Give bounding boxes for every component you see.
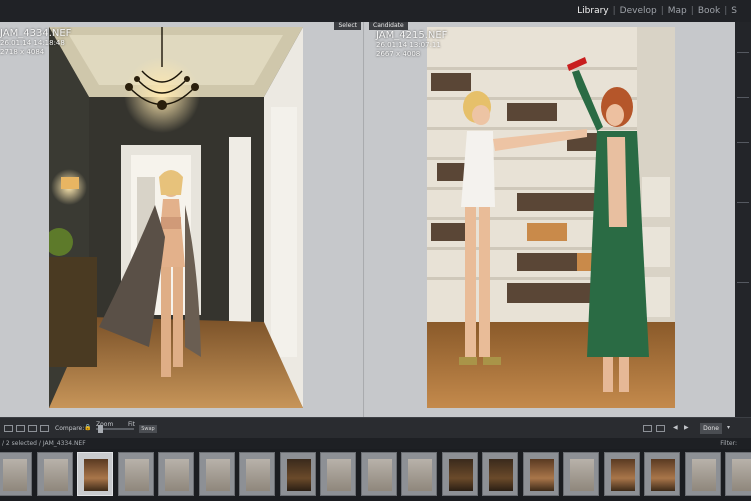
done-button[interactable]: Done bbox=[700, 423, 722, 434]
thumbnail-image bbox=[84, 459, 108, 491]
module-separator: | bbox=[660, 6, 664, 16]
select-filename: JAM_4334.NEF bbox=[0, 28, 72, 39]
compare-view-icon[interactable] bbox=[28, 425, 37, 432]
compare-workspace: Select JAM_4334.NEF 26.01.14 14:18:48 27… bbox=[0, 22, 735, 417]
panel-divider bbox=[737, 52, 749, 53]
module-separator: | bbox=[724, 6, 728, 16]
filmstrip-header: / 2 selected / JAM_4334.NEF Filter: bbox=[0, 438, 751, 449]
zoom-slider-handle[interactable] bbox=[98, 425, 103, 433]
panel-divider bbox=[737, 97, 749, 98]
filmstrip-thumbnail[interactable] bbox=[239, 452, 275, 496]
filmstrip-thumbnail[interactable] bbox=[117, 452, 154, 496]
thumbnail-image bbox=[651, 459, 675, 491]
filmstrip-thumbnail[interactable] bbox=[603, 452, 640, 496]
loupe-view-icon[interactable] bbox=[16, 425, 25, 432]
thumbnail-image bbox=[610, 459, 635, 491]
thumbnail-image bbox=[529, 459, 554, 491]
module-book[interactable]: Book bbox=[698, 6, 720, 16]
right-side-panel[interactable] bbox=[735, 22, 751, 417]
filmstrip-thumbnail[interactable] bbox=[441, 452, 478, 496]
candidate-tag: Candidate bbox=[369, 22, 408, 30]
filmstrip-thumbnail[interactable] bbox=[0, 452, 32, 496]
filmstrip-thumbnail[interactable] bbox=[77, 452, 113, 496]
filmstrip[interactable] bbox=[0, 449, 751, 501]
make-select-icon[interactable] bbox=[656, 425, 665, 432]
select-datetime: 26.01.14 14:18:48 bbox=[0, 39, 65, 47]
candidate-info-overlay: JAM_4215.NEF 26.01.14 13:07:11 2667 x 40… bbox=[376, 30, 447, 59]
filmstrip-thumbnail[interactable] bbox=[644, 452, 680, 496]
candidate-photo[interactable] bbox=[427, 27, 675, 408]
thumbnail-image bbox=[691, 459, 716, 491]
filmstrip-thumbnail[interactable] bbox=[563, 452, 599, 496]
panel-divider bbox=[737, 142, 749, 143]
candidate-pane[interactable]: Candidate JAM_4215.NEF 26.01.14 13:07:11… bbox=[365, 22, 735, 417]
thumbnail-image bbox=[246, 459, 270, 491]
filmstrip-thumbnail[interactable] bbox=[684, 452, 721, 496]
filmstrip-thumbnail[interactable] bbox=[158, 452, 194, 496]
compare-toolbar: Compare: 🔒 Zoom Fit Swap ◀ ▶ Done ▾ bbox=[0, 417, 751, 438]
thumbnail-image bbox=[408, 459, 432, 491]
thumbnail-image bbox=[124, 459, 149, 491]
lock-icon[interactable]: 🔒 bbox=[84, 424, 91, 431]
panel-divider bbox=[737, 282, 749, 283]
filmstrip-thumbnail[interactable] bbox=[725, 452, 751, 496]
select-photo[interactable] bbox=[49, 27, 303, 408]
filmstrip-thumbnail[interactable] bbox=[401, 452, 437, 496]
module-overflow[interactable]: S bbox=[731, 6, 737, 16]
closet-photo-image bbox=[427, 27, 675, 408]
module-develop[interactable]: Develop bbox=[620, 6, 657, 16]
filmstrip-thumbnail[interactable] bbox=[522, 452, 559, 496]
filmstrip-thumbnail[interactable] bbox=[198, 452, 235, 496]
sync-icon[interactable] bbox=[643, 425, 652, 432]
select-info-overlay: JAM_4334.NEF 26.01.14 14:18:48 2718 x 40… bbox=[0, 28, 71, 57]
thumbnail-image bbox=[367, 459, 392, 491]
filter-label[interactable]: Filter: bbox=[720, 440, 737, 447]
thumbnail-image bbox=[448, 459, 473, 491]
filmstrip-thumbnail[interactable] bbox=[360, 452, 397, 496]
thumbnail-image bbox=[489, 459, 513, 491]
candidate-datetime: 26.01.14 13:07:11 bbox=[376, 41, 441, 49]
select-pane[interactable]: Select JAM_4334.NEF 26.01.14 14:18:48 27… bbox=[0, 22, 364, 417]
module-separator: | bbox=[612, 6, 616, 16]
thumbnail-image bbox=[43, 459, 68, 491]
thumbnail-image bbox=[570, 459, 594, 491]
filmstrip-thumbnail[interactable] bbox=[36, 452, 73, 496]
grid-view-icon[interactable] bbox=[4, 425, 13, 432]
thumbnail-image bbox=[327, 459, 351, 491]
select-dimensions: 2718 x 4084 bbox=[0, 48, 45, 56]
panel-divider bbox=[737, 202, 749, 203]
hallway-photo-image bbox=[49, 27, 303, 408]
module-library[interactable]: Library bbox=[577, 6, 608, 16]
module-separator: | bbox=[690, 6, 694, 16]
previous-arrow-icon[interactable]: ◀ bbox=[673, 424, 678, 431]
module-map[interactable]: Map bbox=[668, 6, 687, 16]
thumbnail-image bbox=[165, 459, 189, 491]
module-picker: Library | Develop | Map | Book | S bbox=[0, 0, 751, 22]
candidate-dimensions: 2667 x 4008 bbox=[376, 50, 421, 58]
thumbnail-image bbox=[3, 459, 27, 491]
thumbnail-image bbox=[205, 459, 230, 491]
survey-view-icon[interactable] bbox=[40, 425, 49, 432]
fit-label: Fit bbox=[128, 421, 136, 428]
thumbnail-image bbox=[286, 459, 311, 491]
filmstrip-thumbnail[interactable] bbox=[482, 452, 518, 496]
chevron-down-icon[interactable]: ▾ bbox=[727, 424, 730, 431]
filmstrip-breadcrumb[interactable]: / 2 selected / JAM_4334.NEF bbox=[2, 440, 86, 447]
compare-label: Compare: bbox=[55, 425, 85, 432]
candidate-filename: JAM_4215.NEF bbox=[376, 30, 448, 41]
swap-button[interactable]: Swap bbox=[139, 425, 157, 433]
thumbnail-image bbox=[732, 459, 751, 491]
next-arrow-icon[interactable]: ▶ bbox=[684, 424, 689, 431]
filmstrip-thumbnail[interactable] bbox=[279, 452, 316, 496]
filmstrip-thumbnail[interactable] bbox=[320, 452, 356, 496]
select-tag: Select bbox=[334, 22, 361, 30]
